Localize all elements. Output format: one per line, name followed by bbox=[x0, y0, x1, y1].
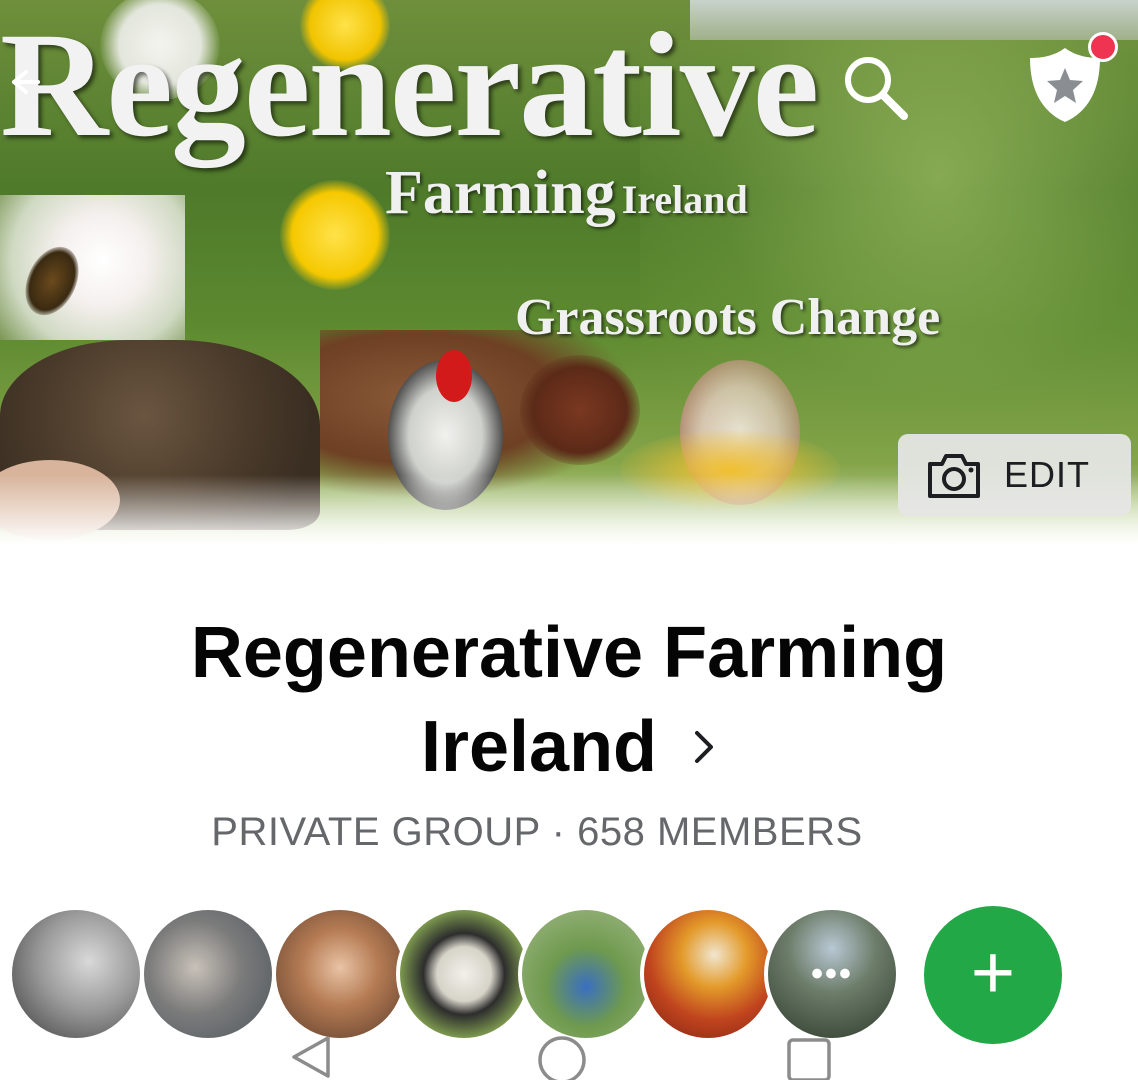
cover-tagline: Grassroots Change bbox=[515, 289, 941, 346]
avatar-member-5[interactable] bbox=[518, 906, 654, 1042]
avatar-member-3[interactable] bbox=[272, 906, 408, 1042]
avatar-member-2[interactable] bbox=[140, 906, 276, 1042]
group-title[interactable]: Regenerative Farming Ireland bbox=[0, 606, 1138, 794]
cover-subtitle: Farming Ireland bbox=[385, 158, 748, 229]
plus-icon: + bbox=[970, 930, 1016, 1015]
avatar-member-1[interactable] bbox=[8, 906, 144, 1042]
avatar-member-6[interactable] bbox=[640, 906, 776, 1042]
edit-label: EDIT bbox=[1004, 454, 1091, 495]
cover-brown-hen bbox=[520, 355, 640, 465]
cover-subtitle-main: Farming bbox=[385, 159, 616, 227]
edit-cover-button[interactable]: EDIT bbox=[898, 434, 1131, 516]
group-title-line2-wrap: Ireland bbox=[421, 700, 717, 794]
search-icon[interactable] bbox=[838, 50, 910, 122]
cover-title: Regenerative bbox=[0, 2, 819, 168]
avatar-more[interactable]: ••• bbox=[764, 906, 900, 1042]
cover-rooster-comb bbox=[436, 350, 472, 402]
camera-icon bbox=[928, 454, 980, 498]
cover-dandelion-1 bbox=[280, 180, 390, 290]
back-arrow-icon[interactable] bbox=[0, 62, 40, 102]
chevron-right-icon[interactable] bbox=[691, 727, 717, 767]
group-title-line1: Regenerative Farming bbox=[190, 613, 948, 693]
nav-home-icon[interactable] bbox=[536, 1034, 588, 1080]
more-members-icon: ••• bbox=[811, 954, 853, 993]
add-member-button[interactable]: + bbox=[924, 906, 1062, 1044]
cover-blossom bbox=[0, 195, 185, 340]
nav-recents-icon[interactable] bbox=[784, 1034, 834, 1080]
notification-dot bbox=[1088, 32, 1118, 62]
cover-subtitle-small: Ireland bbox=[621, 177, 748, 222]
group-meta: PRIVATE GROUP · 658 MEMBERS bbox=[211, 810, 863, 854]
group-title-line2: Ireland bbox=[420, 707, 658, 787]
avatar-member-4[interactable] bbox=[396, 906, 532, 1042]
nav-back-icon[interactable] bbox=[288, 1034, 336, 1080]
